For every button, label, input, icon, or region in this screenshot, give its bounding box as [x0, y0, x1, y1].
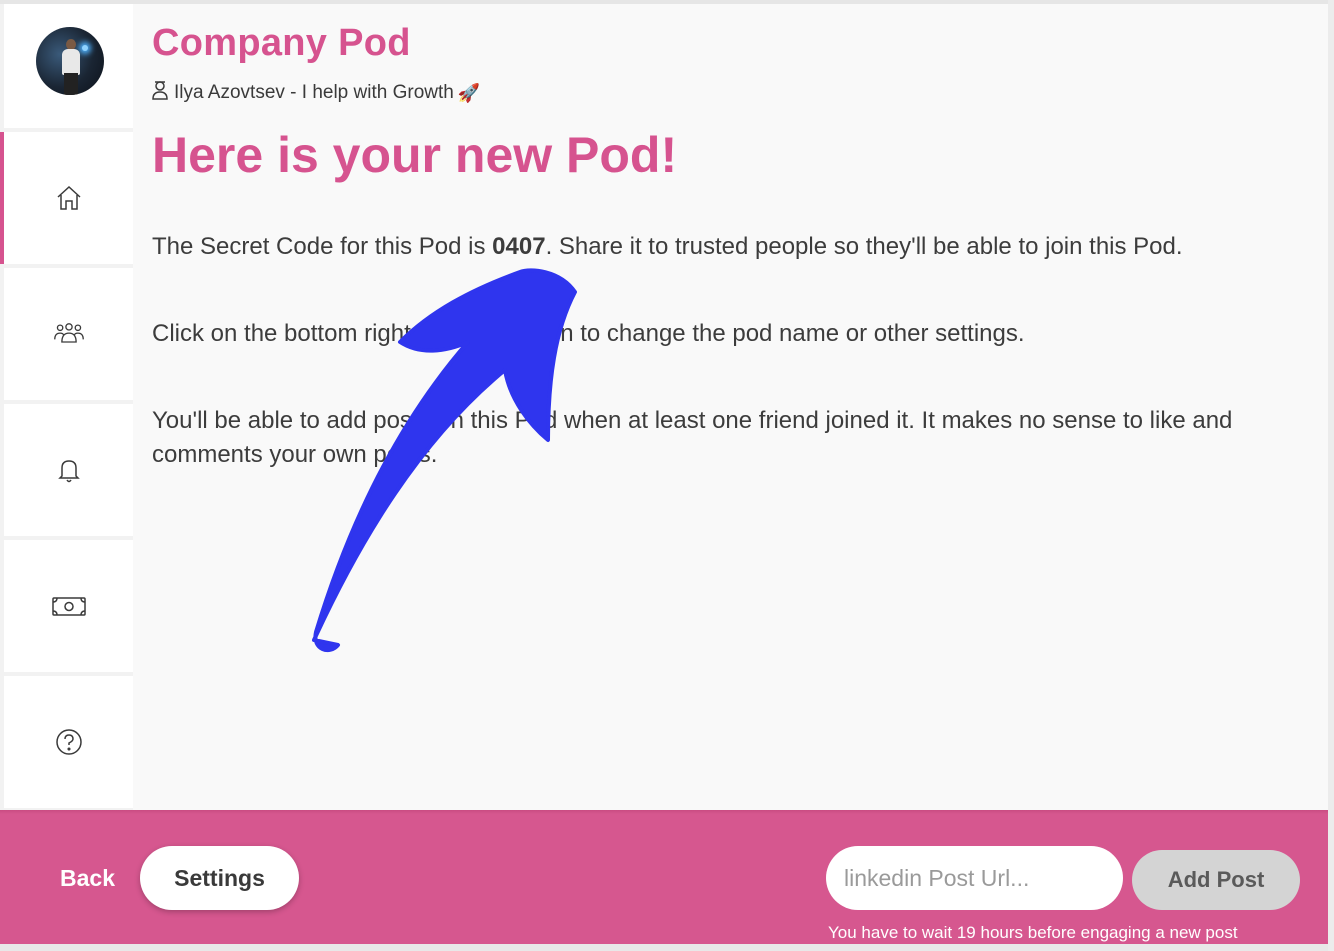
sidebar-item-billing[interactable]	[4, 540, 133, 672]
avatar[interactable]	[36, 27, 104, 95]
rocket-icon: 🚀	[457, 82, 481, 103]
posting-hint: You'll be able to add posts on this Pod …	[152, 407, 1233, 468]
settings-hint: Click on the bottom right settings butto…	[152, 320, 1025, 347]
secret-code-text: The Secret Code for this Pod is 0407. Sh…	[152, 233, 1183, 260]
help-circle-icon	[55, 729, 82, 755]
sidebar-item-help[interactable]	[4, 676, 133, 808]
bell-icon	[57, 460, 80, 483]
window-top-edge	[0, 0, 1334, 4]
people-icon	[53, 323, 84, 343]
sidebar-item-home[interactable]	[0, 132, 133, 264]
home-icon	[56, 185, 81, 210]
bottom-bar: Back Settings Add Post You have to wait …	[0, 810, 1334, 951]
sidebar-item-notifications[interactable]	[4, 404, 133, 536]
window-right-edge	[1328, 0, 1334, 951]
settings-button[interactable]: Settings	[140, 846, 299, 910]
pod-title: Company Pod	[152, 22, 411, 64]
add-post-button[interactable]: Add Post	[1132, 850, 1300, 910]
secret-code: 0407	[492, 233, 546, 260]
owner-name: Ilya Azovtsev - I help with Growth	[174, 82, 454, 103]
back-button[interactable]: Back	[60, 865, 115, 892]
post-url-input[interactable]	[826, 846, 1123, 910]
user-icon	[150, 79, 170, 107]
sidebar-item-members[interactable]	[4, 268, 133, 400]
owner-line: Ilya Azovtsev - I help with Growth 🚀	[150, 79, 480, 107]
headline: Here is your new Pod!	[152, 127, 678, 183]
window-bottom-edge	[0, 944, 1334, 951]
sidebar	[0, 4, 133, 810]
wait-note: You have to wait 19 hours before engagin…	[828, 923, 1238, 942]
money-icon	[51, 597, 86, 616]
avatar-cell	[4, 4, 133, 128]
